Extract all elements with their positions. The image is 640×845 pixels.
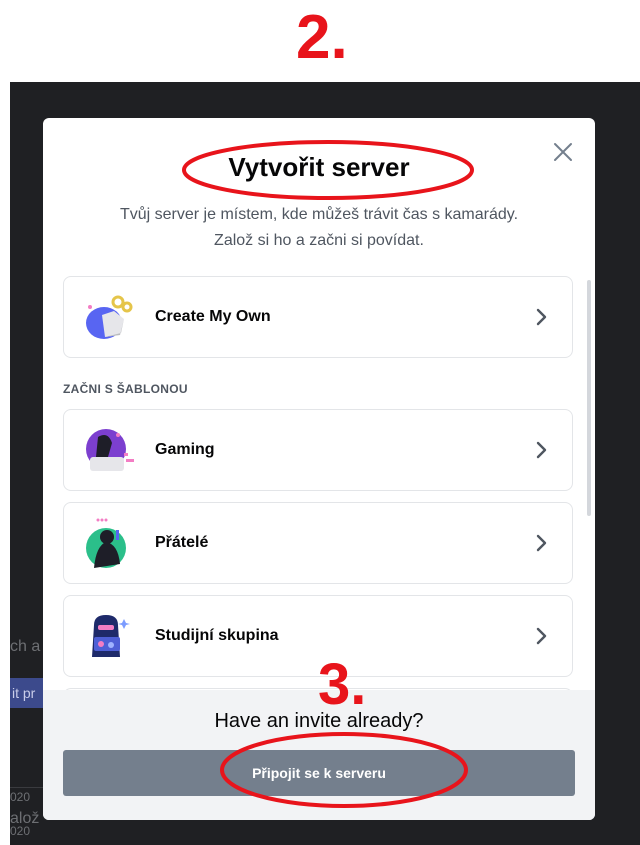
template-option-gaming[interactable]: Gaming <box>63 409 573 491</box>
template-section-header: ZAČNI S ŠABLONOU <box>63 382 188 396</box>
subtitle-line: Tvůj server je místem, kde můžeš trávit … <box>119 206 519 223</box>
background-date-fragment: 020 <box>10 824 31 838</box>
option-label: Create My Own <box>155 308 271 325</box>
step-number-3: 3. <box>318 652 367 717</box>
options-scroll-area[interactable]: Create My Own ZAČNI S ŠABLONOU Gaming Př… <box>43 266 595 690</box>
background-date-fragment: 020 <box>10 790 31 804</box>
background-text-fragment: ch a <box>10 638 41 655</box>
friends-icon <box>86 518 126 568</box>
scrollbar[interactable] <box>587 280 591 516</box>
close-icon[interactable] <box>551 140 575 164</box>
chevron-right-icon <box>536 308 547 326</box>
chevron-right-icon <box>536 627 547 645</box>
modal-subtitle: Tvůj server je místem, kde můžeš trávit … <box>73 202 565 254</box>
option-label: Studijní skupina <box>155 627 279 644</box>
step-number-2: 2. <box>296 3 348 72</box>
join-server-button[interactable]: Připojit se k serveru <box>63 750 575 796</box>
template-option-friends[interactable]: Přátelé <box>63 502 573 584</box>
chevron-right-icon <box>536 441 547 459</box>
study-group-icon <box>92 615 130 657</box>
gaming-icon <box>86 429 134 471</box>
create-own-icon <box>86 295 133 339</box>
chevron-right-icon <box>536 534 547 552</box>
create-my-own-option[interactable]: Create My Own <box>63 276 573 358</box>
option-label: Přátelé <box>155 534 209 551</box>
subtitle-line: Založ si ho a začni si povídat. <box>214 232 424 249</box>
modal-title: Vytvořit server <box>228 152 410 182</box>
option-label: Gaming <box>155 441 215 458</box>
